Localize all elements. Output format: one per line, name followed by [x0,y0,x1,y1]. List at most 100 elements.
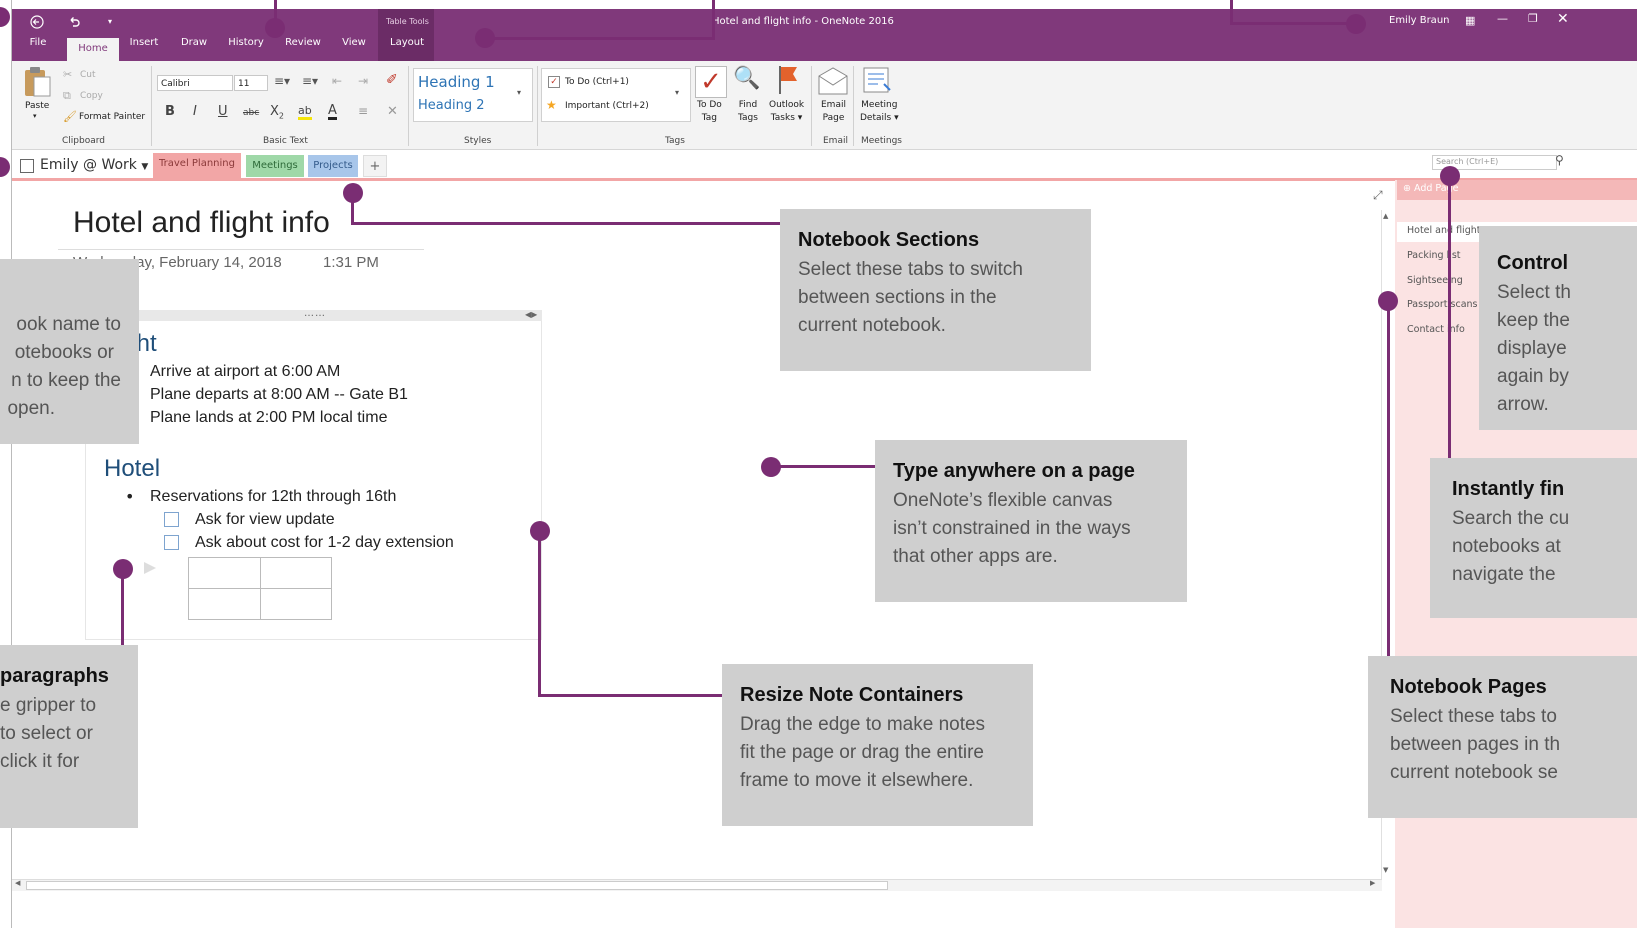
tab-layout[interactable]: Layout [385,33,429,53]
scroll-right-icon[interactable]: ▶ [1370,879,1375,887]
find-tags-label-1: Find [738,100,758,110]
tags-group-label: Tags [665,136,685,146]
strikethrough-icon[interactable]: abc [243,108,259,118]
ribbon-display-options-icon[interactable]: ▦ [1465,14,1475,27]
cut-button[interactable]: Cut [80,70,96,80]
paste-dropdown-icon[interactable]: ▾ [33,112,37,120]
decrease-indent-icon[interactable]: ⇤ [332,74,342,88]
page-tab-packing-list[interactable]: Packing list [1407,250,1461,261]
email-page-icon [817,66,849,100]
flight-item[interactable]: Plane lands at 2:00 PM local time [150,409,387,427]
tab-history[interactable]: History [226,33,266,53]
tab-file[interactable]: File [22,33,54,53]
increase-indent-icon[interactable]: ⇥ [358,74,368,88]
undo-icon[interactable] [67,15,81,33]
hotel-todo[interactable]: Ask for view update [195,511,335,529]
font-size-select[interactable]: 11 [234,75,268,91]
todo-tag-button[interactable]: To Do Tag [697,99,722,125]
callout-body-line: notebooks at [1452,536,1561,557]
callout-line [485,37,715,40]
horizontal-scroll-thumb[interactable] [26,881,888,890]
restore-icon[interactable]: ❐ [1528,12,1538,25]
quick-access-dropdown-icon[interactable]: ▾ [108,14,112,30]
style-heading-2[interactable]: Heading 2 [418,98,485,113]
minimize-icon[interactable]: — [1497,12,1508,25]
expand-page-icon[interactable]: ⤢ [1373,188,1383,203]
tags-more-icon[interactable]: ▾ [675,88,679,97]
callout-body-line: current notebook se [1390,762,1558,783]
delete-icon[interactable]: ✕ [387,104,398,119]
meeting-details-label-2: Details [860,113,892,123]
resize-arrows-icon[interactable]: ◀▶ [525,310,537,319]
page-tab-contact-info[interactable]: Contact info [1407,324,1465,335]
flight-item[interactable]: Arrive at airport at 6:00 AM [150,363,340,381]
section-tab-meetings[interactable]: Meetings [246,155,304,177]
callout-line [538,694,724,697]
copy-button[interactable]: Copy [80,91,103,101]
todo-checkbox[interactable] [164,512,179,527]
tab-draw[interactable]: Draw [176,33,212,53]
drag-gripper-icon[interactable]: …… [304,308,326,319]
tag-todo[interactable]: To Do (Ctrl+1) [565,77,629,87]
hotel-heading[interactable]: Hotel [104,455,160,483]
flight-item[interactable]: Plane departs at 8:00 AM -- Gate B1 [150,386,408,404]
font-color-icon[interactable]: A [328,104,337,120]
paragraph-gripper-icon[interactable] [144,562,156,574]
scroll-down-icon[interactable]: ▼ [1383,866,1388,874]
font-name-select[interactable]: Calibri [157,75,233,91]
clear-formatting-icon[interactable]: ✐ [386,72,398,88]
underline-icon[interactable]: U [218,104,228,119]
find-tags-button[interactable]: Find Tags [738,99,758,125]
todo-tag-label-2: Tag [701,113,718,123]
section-tab-travel-planning[interactable]: Travel Planning [153,153,241,178]
style-heading-1[interactable]: Heading 1 [418,73,495,91]
tab-review[interactable]: Review [283,33,323,53]
styles-group-label: Styles [464,136,492,146]
bullets-icon[interactable]: ≡▾ [274,74,290,88]
user-name[interactable]: Emily Braun [1389,15,1450,26]
notebook-selector[interactable]: Emily @ Work ▼ [40,157,148,173]
close-icon[interactable]: ✕ [1557,11,1569,27]
outlook-tasks-button[interactable]: Outlook Tasks ▾ [769,99,804,125]
meeting-details-button[interactable]: Meeting Details ▾ [860,99,899,125]
back-icon[interactable] [30,15,44,33]
format-painter-button[interactable]: Format Painter [79,112,145,122]
tag-important[interactable]: Important (Ctrl+2) [565,101,649,111]
table[interactable] [188,557,332,620]
styles-more-icon[interactable]: ▾ [517,88,521,97]
numbering-icon[interactable]: ≡▾ [302,74,318,88]
page-tab-sightseeing[interactable]: Sightseeing [1407,275,1463,286]
highlight-icon[interactable]: ab [298,104,312,120]
hotel-bullet[interactable]: Reservations for 12th through 16th [150,488,396,506]
hotel-todo[interactable]: Ask about cost for 1-2 day extension [195,534,454,552]
page-tab-passport-scans[interactable]: Passport scans [1407,299,1477,310]
callout-body-line: to select or [0,723,93,744]
callout-title: Control [1497,252,1569,274]
subscript-icon[interactable]: X2 [270,104,284,121]
scroll-up-icon[interactable]: ▲ [1383,212,1388,220]
outlook-tasks-label-1: Outlook [769,100,805,110]
align-icon[interactable]: ≡ [358,104,368,118]
outlook-tasks-label-2: Tasks [770,113,795,123]
callout-line [351,222,781,225]
paste-icon[interactable] [22,66,52,102]
find-tags-icon: 🔍 [733,66,761,91]
italic-icon[interactable]: I [193,104,197,119]
tab-home[interactable]: Home [67,38,119,61]
paste-button[interactable]: Paste [25,101,49,111]
todo-checkbox[interactable] [164,535,179,550]
page-title[interactable]: Hotel and flight info [73,206,330,240]
bold-icon[interactable]: B [165,104,175,119]
callout-body-line: navigate the [1452,564,1556,585]
ribbon-separator [811,66,812,146]
tab-view[interactable]: View [338,33,370,53]
search-icon[interactable]: ⚲ [1555,153,1564,167]
callout-line [1448,176,1451,459]
section-tab-projects[interactable]: Projects [308,155,358,177]
page-tab-hotel-and-flight[interactable]: Hotel and flight [1407,225,1480,236]
tab-insert[interactable]: Insert [126,33,162,53]
scroll-left-icon[interactable]: ◀ [15,879,20,887]
email-page-button[interactable]: Email Page [821,99,846,125]
add-section-button[interactable]: + [363,155,387,177]
page-time: 1:31 PM [323,254,379,271]
